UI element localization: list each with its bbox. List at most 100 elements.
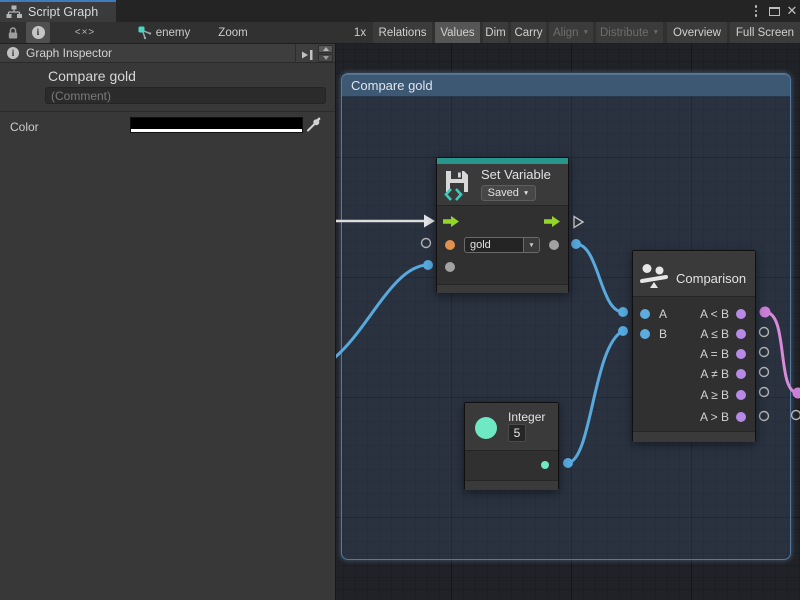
chevron-down-icon: ▼ [523, 191, 529, 198]
color-value [131, 118, 302, 129]
toolbar-button-relations[interactable]: Relations [373, 22, 432, 43]
button-label: Distribute [600, 27, 649, 39]
port-input-b[interactable] [640, 329, 650, 339]
node-integer[interactable]: Integer 5 [464, 402, 559, 490]
button-label: Full Screen [736, 27, 794, 39]
color-alpha-bar [131, 129, 302, 132]
node-footer [437, 284, 568, 293]
port-output-a-eq-b[interactable] [736, 349, 746, 359]
dropdown-button[interactable]: ▼ [523, 238, 539, 252]
toolbar-button-values[interactable]: Values [435, 22, 480, 43]
inspector-header-label: Graph Inspector [26, 46, 112, 60]
flow-out-port[interactable] [544, 216, 560, 227]
spinner-down-button[interactable] [318, 54, 333, 62]
node-title: Set Variable [481, 167, 551, 182]
variable-name-dropdown[interactable]: gold ▼ [464, 237, 540, 253]
tab-script-graph[interactable]: Script Graph [0, 0, 116, 22]
group-title: Compare gold [351, 78, 433, 93]
graph-inspector-panel: i Graph Inspector Compare gold Color [0, 44, 335, 600]
window-close-button[interactable]: ✕ [784, 0, 800, 22]
info-icon: i [7, 47, 19, 59]
graph-canvas[interactable]: Compare gold [335, 44, 800, 600]
color-field-label: Color [10, 120, 39, 134]
port-output-integer[interactable] [541, 461, 549, 469]
triangle-down-icon [323, 56, 329, 60]
info-button[interactable]: i [26, 22, 50, 43]
graph-toolbar: i <×> enemy Zoom 1x Relations Values Dim… [0, 22, 800, 44]
zoom-value-wrap: 1x [351, 22, 369, 43]
graph-breadcrumb[interactable]: enemy [155, 22, 191, 43]
toolbar-button-overview[interactable]: Overview [667, 22, 727, 43]
variable-kind-label: Saved [488, 187, 519, 199]
graph-breadcrumb-icon-wrap [136, 22, 154, 43]
toolbar-button-distribute[interactable]: Distribute ▼ [596, 22, 663, 43]
divider [0, 111, 335, 112]
port-output-a-neq-b[interactable] [736, 369, 746, 379]
window-maximize-button[interactable] [766, 0, 782, 22]
button-label: Relations [379, 27, 427, 39]
eyedropper-icon [306, 116, 321, 133]
port-label-a-eq-b: A = B [700, 347, 729, 361]
port-label-b: B [659, 327, 667, 341]
port-output-a-lte-b[interactable] [736, 329, 746, 339]
chevron-down-icon: ▼ [528, 243, 534, 250]
toolbar-button-fullscreen[interactable]: Full Screen [730, 22, 800, 43]
zoom-label-wrap: Zoom [220, 22, 246, 43]
variable-name-value: gold [465, 238, 523, 252]
port-output-value[interactable] [549, 240, 559, 250]
node-comparison[interactable]: Comparison A B A < B A ≤ B A = B A ≠ B A… [632, 250, 756, 442]
port-unconnected-circle[interactable] [792, 411, 800, 420]
integer-value-field[interactable]: 5 [508, 424, 526, 442]
port-label-a-lt-b: A < B [700, 307, 729, 321]
code-preview-button[interactable]: <×> [64, 22, 106, 43]
info-icon: i [32, 26, 45, 39]
port-output-a-lt-b[interactable] [736, 309, 746, 319]
lock-button[interactable] [2, 22, 24, 43]
breadcrumb-label: enemy [156, 27, 191, 39]
port-output-a-gt-b[interactable] [736, 412, 746, 422]
window-menu-button[interactable] [748, 0, 764, 22]
triangle-up-icon [323, 47, 329, 51]
dock-sidebar-button[interactable] [301, 48, 315, 66]
node-set-variable[interactable]: Set Variable Saved ▼ gold ▼ [436, 157, 569, 293]
toolbar-button-align[interactable]: Align ▼ [549, 22, 593, 43]
toolbar-button-carry[interactable]: Carry [511, 22, 546, 43]
eyedropper-button[interactable] [306, 116, 321, 138]
group-header[interactable]: Compare gold [342, 74, 790, 97]
window-titlebar: Script Graph ✕ [0, 0, 800, 22]
port-variable-name[interactable] [445, 240, 455, 250]
chevron-down-icon: ▼ [653, 30, 659, 37]
dock-icon [301, 49, 315, 61]
wire-endpoint-pink[interactable] [793, 388, 800, 399]
graph-title: Compare gold [48, 68, 136, 84]
button-label: Overview [673, 27, 721, 39]
port-label-a-lte-b: A ≤ B [700, 327, 729, 341]
node-footer [465, 480, 558, 490]
toolbar-button-dim[interactable]: Dim [483, 22, 508, 43]
close-icon: ✕ [787, 0, 798, 22]
spinner-up-button[interactable] [318, 45, 333, 53]
lock-icon [7, 26, 19, 40]
graph-icon [138, 26, 152, 40]
variable-kind-dropdown[interactable]: Saved ▼ [481, 185, 536, 201]
port-input-value[interactable] [445, 262, 455, 272]
port-input-a[interactable] [640, 309, 650, 319]
zoom-value: 1x [354, 27, 366, 39]
inspector-spinner [318, 45, 333, 62]
integer-icon [475, 417, 497, 439]
color-swatch[interactable] [130, 117, 303, 133]
chevron-down-icon: ▼ [583, 30, 589, 37]
kebab-icon [755, 5, 758, 17]
comment-input[interactable] [45, 87, 326, 104]
button-label: Carry [514, 27, 542, 39]
button-label: Dim [485, 27, 505, 39]
code-icon: <×> [75, 27, 96, 38]
script-graph-icon [6, 5, 22, 19]
node-title: Integer [508, 410, 545, 424]
port-output-a-gte-b[interactable] [736, 390, 746, 400]
node-footer [633, 431, 755, 442]
button-label: Align [553, 27, 579, 39]
zoom-label: Zoom [218, 27, 247, 39]
port-label-a-neq-b: A ≠ B [700, 367, 729, 381]
flow-in-port[interactable] [443, 216, 459, 227]
